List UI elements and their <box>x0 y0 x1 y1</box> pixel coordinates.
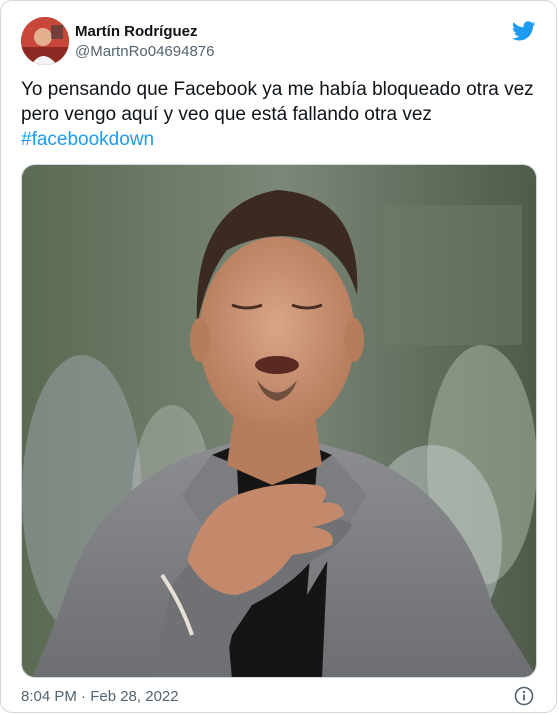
tweet-text: Yo pensando que Facebook ya me había blo… <box>21 77 541 152</box>
hashtag-link[interactable]: #facebookdown <box>21 129 154 150</box>
author-handle[interactable]: @MartnRo04694876 <box>75 43 214 60</box>
avatar[interactable] <box>21 17 69 65</box>
info-icon[interactable] <box>514 686 534 706</box>
tweet-body: Yo pensando que Facebook ya me había blo… <box>21 79 534 125</box>
photo-man-hand-on-chest <box>22 165 536 677</box>
author-name[interactable]: Martín Rodríguez <box>75 23 198 40</box>
tweet-photo[interactable] <box>21 164 537 678</box>
tweet-timestamp[interactable]: 8:04 PM · Feb 28, 2022 <box>21 688 179 705</box>
tweet-card: Martín Rodríguez @MartnRo04694876 Yo pen… <box>0 0 557 713</box>
twitter-bird-icon[interactable] <box>512 19 536 43</box>
